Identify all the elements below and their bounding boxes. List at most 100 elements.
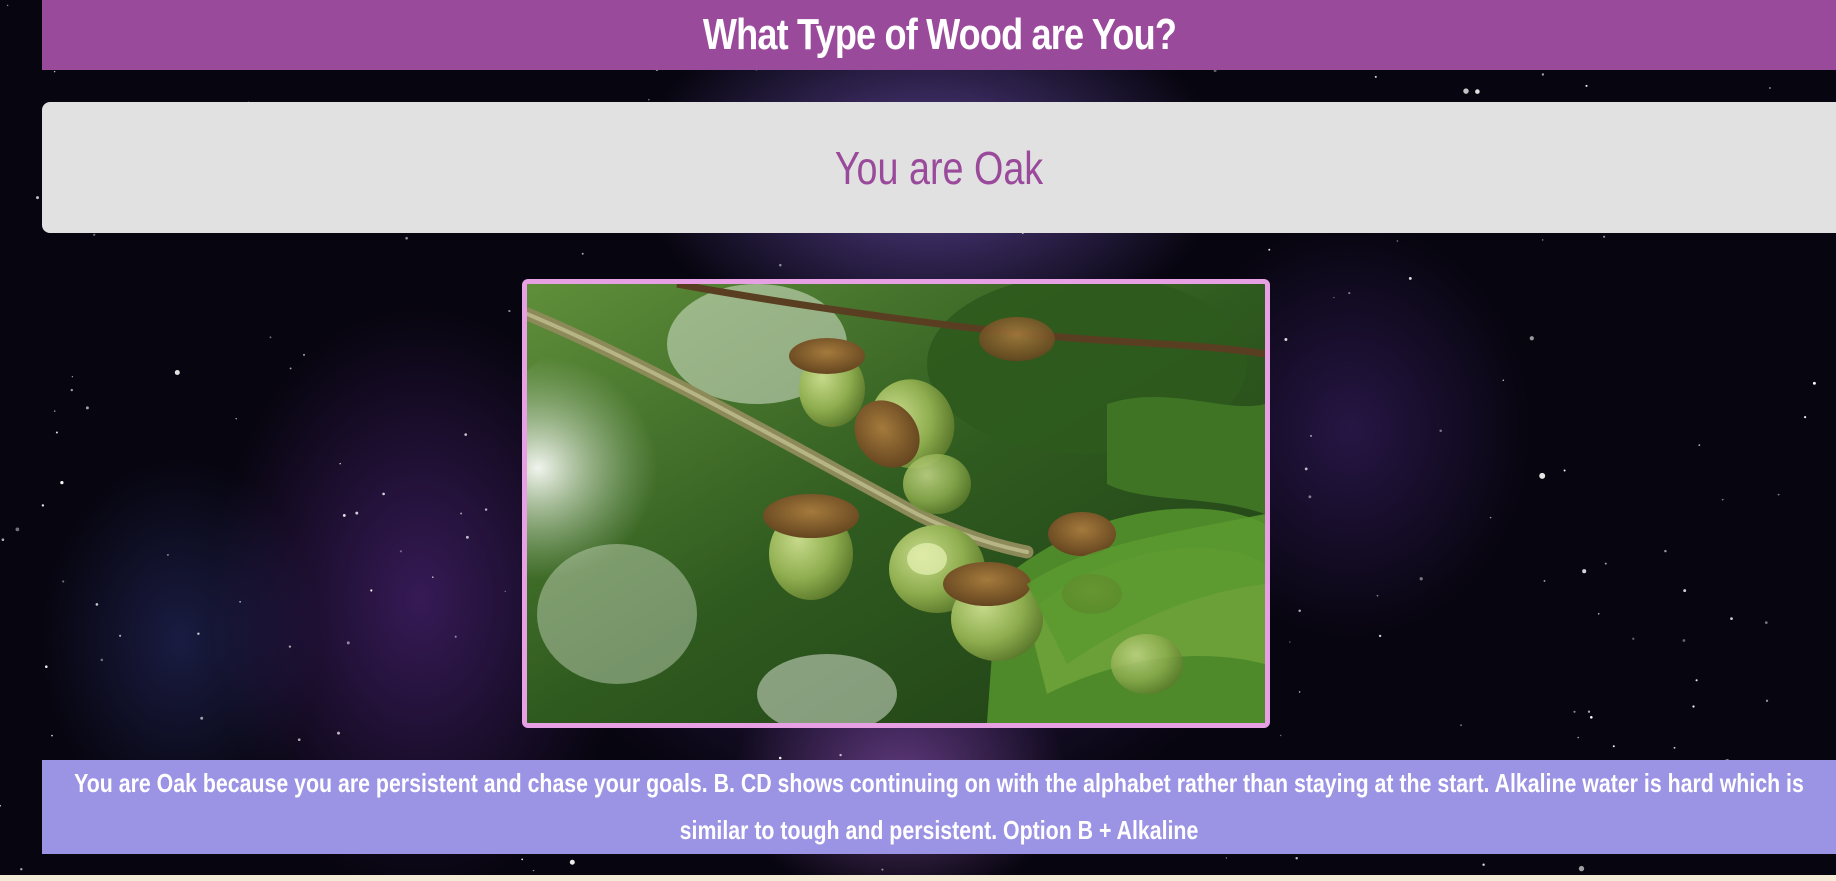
- star: [647, 98, 650, 101]
- star: [1529, 336, 1534, 341]
- star: [1812, 381, 1816, 385]
- star: [521, 858, 524, 861]
- star: [370, 589, 373, 592]
- star: [41, 504, 45, 507]
- star: [1683, 589, 1687, 593]
- star: [355, 511, 359, 515]
- star: [454, 635, 457, 638]
- star: [45, 665, 48, 668]
- star: [1376, 594, 1379, 597]
- star: [382, 492, 385, 496]
- star: [1682, 639, 1686, 642]
- star: [1764, 621, 1768, 624]
- star: [504, 590, 506, 592]
- result-image: [522, 279, 1270, 728]
- star: [1541, 239, 1544, 241]
- star: [60, 480, 64, 485]
- star: [93, 233, 96, 236]
- star: [119, 634, 122, 637]
- star: [70, 388, 73, 392]
- star: [1604, 562, 1607, 565]
- star: [1482, 863, 1485, 866]
- star: [1225, 857, 1228, 859]
- acorn-photo: [527, 284, 1265, 723]
- star: [1539, 472, 1546, 479]
- star: [432, 576, 434, 578]
- star: [95, 603, 99, 606]
- star: [881, 868, 884, 871]
- star: [0, 804, 1, 807]
- star: [1284, 338, 1288, 341]
- star: [1695, 679, 1698, 682]
- star: [1, 538, 5, 541]
- star: [1597, 613, 1600, 615]
- star: [1721, 498, 1724, 501]
- star: [85, 406, 89, 410]
- star: [1268, 248, 1271, 251]
- star: [1777, 493, 1780, 496]
- star: [1439, 429, 1442, 433]
- star: [1374, 75, 1377, 78]
- star: [839, 753, 842, 757]
- star: [778, 756, 782, 760]
- star: [1673, 746, 1676, 749]
- star: [1502, 379, 1505, 382]
- star: [1582, 569, 1587, 574]
- star: [1408, 276, 1412, 280]
- star: [71, 376, 74, 378]
- star: [460, 512, 463, 515]
- star: [20, 867, 23, 871]
- star: [1463, 88, 1469, 94]
- star: [36, 196, 39, 200]
- star: [1730, 617, 1733, 620]
- star: [288, 645, 292, 648]
- star: [1612, 745, 1615, 748]
- star: [100, 658, 104, 662]
- star: [339, 462, 341, 465]
- star: [405, 236, 408, 240]
- star: [1765, 699, 1769, 702]
- star: [1768, 86, 1771, 90]
- star: [399, 550, 402, 553]
- star: [465, 535, 469, 539]
- explanation-text: You are Oak because you are persistent a…: [74, 768, 1804, 845]
- star: [1541, 73, 1545, 76]
- star: [1295, 857, 1298, 860]
- star: [1289, 641, 1291, 643]
- star: [779, 263, 782, 267]
- star: [289, 367, 292, 370]
- star: [1803, 415, 1807, 419]
- star: [15, 527, 20, 532]
- star: [55, 431, 58, 434]
- star: [346, 641, 350, 645]
- star: [1692, 705, 1695, 708]
- star: [1419, 577, 1423, 581]
- star: [581, 252, 584, 255]
- star: [166, 553, 169, 556]
- star: [1632, 637, 1635, 640]
- star: [1308, 495, 1312, 499]
- star: [51, 734, 53, 737]
- star: [464, 433, 467, 436]
- star: [1578, 865, 1585, 872]
- star: [1475, 89, 1480, 94]
- result-explanation: You are Oak because you are persistent a…: [42, 760, 1836, 854]
- star: [200, 716, 204, 720]
- star: [1348, 292, 1351, 295]
- star: [342, 513, 346, 517]
- star: [337, 731, 340, 735]
- star: [53, 70, 56, 73]
- star: [62, 580, 65, 583]
- star: [1378, 634, 1382, 638]
- page-title: What Type of Wood are You?: [702, 10, 1176, 59]
- star: [174, 369, 180, 376]
- star: [235, 417, 237, 420]
- star: [6, 4, 9, 7]
- star: [1298, 691, 1301, 693]
- star: [1577, 736, 1579, 739]
- star: [1585, 84, 1588, 87]
- result-title: You are Oak: [834, 141, 1044, 194]
- star: [1573, 710, 1576, 713]
- star: [1543, 579, 1546, 582]
- star: [1310, 435, 1312, 437]
